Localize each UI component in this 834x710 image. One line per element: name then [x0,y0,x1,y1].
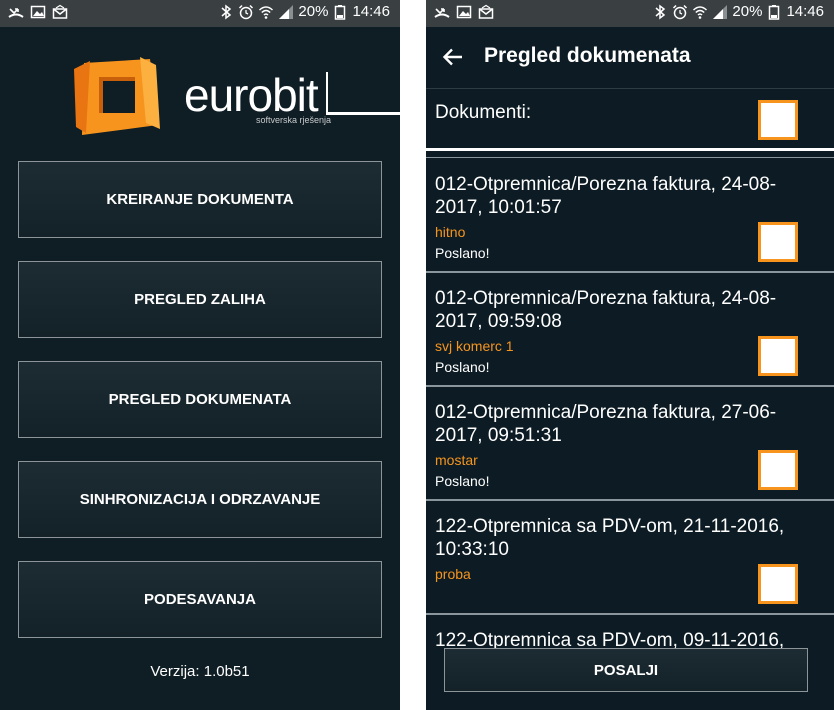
document-title: 012-Otpremnica/Porezna faktura, 24-08-20… [435,174,777,218]
signal-icon [279,4,294,19]
signal-icon [713,4,728,19]
settings-button[interactable]: PODESAVANJA [18,561,382,638]
document-title: 012-Otpremnica/Porezna faktura, 27-06-20… [435,402,777,446]
bluetooth-icon [221,4,232,19]
clock: 14:46 [352,3,390,20]
document-status: Poslano! [435,359,490,375]
missed-call-icon [8,8,24,18]
eurobit-logo-icon [74,57,160,135]
documents-header-label: Dokumenti: [435,102,532,123]
email-icon [52,4,68,19]
app-bar: Pregled dokumenata [426,27,834,87]
page-title: Pregled dokumenata [484,44,691,67]
version-label: Verzija: 1.0b51 [150,663,250,680]
bluetooth-icon [655,4,666,19]
logo-wordmark: eurobit [184,69,319,121]
logo-line [326,112,400,115]
image-icon [30,5,46,19]
document-status: Poslano! [435,245,490,261]
document-title: 122-Otpremnica sa PDV-om, 21-11-2016, 10… [435,516,785,560]
list-divider [426,157,834,158]
status-bar: 20% 14:46 [426,0,834,27]
logo-line-vertical [326,72,328,114]
sync-maintenance-button[interactable]: SINHRONIZACIJA I ODRZAVANJE [18,461,382,538]
document-checkbox[interactable] [758,450,798,490]
missed-call-icon [434,8,450,18]
document-checkbox[interactable] [758,336,798,376]
document-customer: proba [435,566,471,582]
email-icon [478,4,494,19]
document-checkbox[interactable] [758,564,798,604]
alarm-icon [673,4,688,19]
battery-icon [769,4,780,20]
document-list-item[interactable]: 122-Otpremnica sa PDV-om, 21-11-2016, 10… [426,501,834,615]
document-status: Poslano! [435,473,490,489]
select-all-checkbox[interactable] [758,100,798,140]
document-list-item[interactable]: 012-Otpremnica/Porezna faktura, 24-08-20… [426,159,834,273]
image-icon [456,5,472,19]
document-customer: mostar [435,452,478,468]
alarm-icon [239,4,254,19]
document-customer: svj komerc 1 [435,338,514,354]
battery-percent: 20% [298,3,329,20]
wifi-icon [259,5,274,19]
battery-icon [335,4,346,20]
clock: 14:46 [786,3,824,20]
stock-overview-button[interactable]: PREGLED ZALIHA [18,261,382,338]
wifi-icon [693,5,708,19]
header-divider [426,148,834,151]
send-button[interactable]: POSALJI [444,648,808,692]
logo-tagline: softverska rješenja [256,115,332,125]
main-menu-screen: 20% 14:46 eurobit softverska rješenja KR… [0,0,400,710]
create-document-button[interactable]: KREIRANJE DOKUMENTA [18,161,382,238]
document-title: 012-Otpremnica/Porezna faktura, 24-08-20… [435,288,777,332]
back-arrow-icon[interactable] [442,46,464,68]
select-all-row: Dokumenti: [426,88,834,148]
documents-overview-button[interactable]: PREGLED DOKUMENATA [18,361,382,438]
document-customer: hitno [435,224,466,240]
battery-percent: 20% [732,3,763,20]
document-list-item[interactable]: 012-Otpremnica/Porezna faktura, 24-08-20… [426,273,834,387]
document-list-item[interactable]: 012-Otpremnica/Porezna faktura, 27-06-20… [426,387,834,501]
document-checkbox[interactable] [758,222,798,262]
documents-screen: 20% 14:46 Pregled dokumenata Dokumenti: … [426,0,834,710]
status-bar: 20% 14:46 [0,0,400,27]
